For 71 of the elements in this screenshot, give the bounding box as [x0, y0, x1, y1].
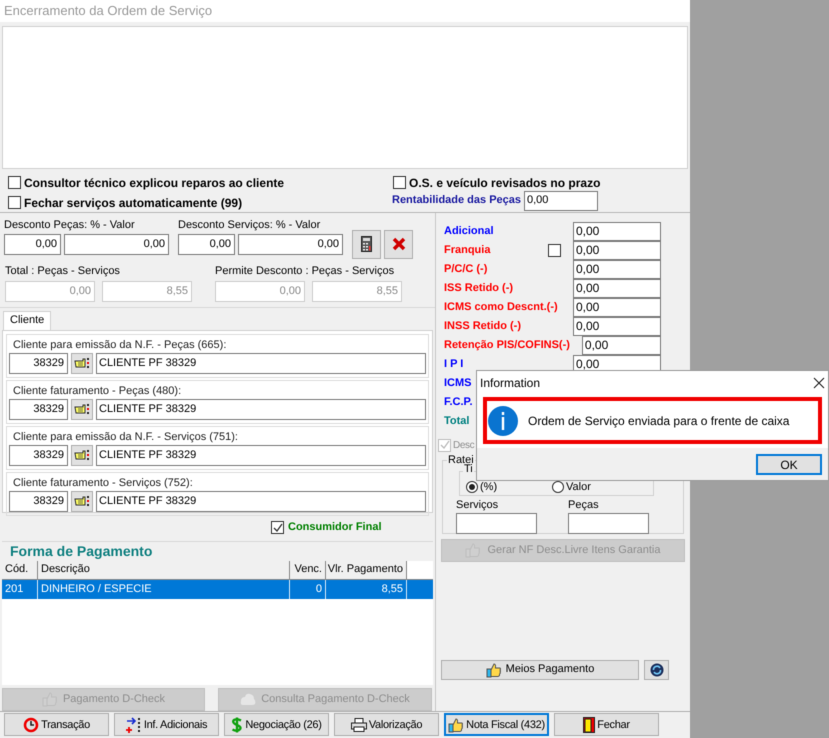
table-row[interactable]: 201 DINHEIRO / ESPECIE 0 8,55 — [2, 580, 433, 599]
field-label: Cliente faturamento - Peças (480): — [12, 384, 182, 398]
toolbar-button[interactable]: Transação — [4, 713, 109, 736]
ok-button[interactable]: OK — [756, 454, 822, 474]
field-label: Desconto Serviços: % - Valor — [178, 218, 322, 232]
name-field[interactable]: CLIENTE PF 38329 — [96, 352, 426, 374]
number-field[interactable]: 0,00 — [573, 260, 661, 279]
table-cell: 0 — [290, 580, 326, 599]
code-field[interactable]: 38329 — [9, 444, 68, 466]
column-header[interactable]: Vlr. Pagamento — [326, 560, 407, 579]
window-title: Encerramento da Ordem de Serviço — [4, 2, 212, 20]
field-label: Rentabilidade das Peças — [392, 193, 521, 208]
field-label: ICMS como Descnt.(-) — [444, 300, 558, 315]
dialog-message: Ordem de Serviço enviada para o frente de caixa — [528, 412, 790, 430]
tab[interactable]: Cliente — [3, 310, 52, 330]
column-header[interactable]: Descrição — [38, 560, 290, 579]
field-label: Total — [444, 414, 470, 429]
field-label: P/C/C (-) — [444, 262, 488, 277]
radio-label: (%) — [480, 480, 498, 494]
name-field[interactable]: CLIENTE PF 38329 — [96, 398, 426, 420]
number-field[interactable]: 0,00 — [524, 190, 598, 210]
toolbar-button[interactable]: Fechar — [554, 713, 659, 736]
field-label: Adicional — [444, 224, 494, 239]
number-field[interactable]: 0,00 — [64, 234, 169, 255]
field-label: ISS Retido (-) — [444, 280, 514, 296]
field-label: F.C.P. — [444, 394, 473, 410]
toolbar-button[interactable]: Negociação (26) — [224, 713, 329, 736]
number-field[interactable]: 0,00 — [178, 234, 235, 255]
name-field[interactable]: CLIENTE PF 38329 — [96, 490, 426, 512]
number-field[interactable]: 0,00 — [573, 316, 661, 336]
checkbox-label: Consumidor Final — [288, 520, 382, 536]
table-cell: 201 — [2, 580, 38, 599]
dialog-title: Information — [480, 375, 540, 392]
field-label: Retenção PIS/COFINS(-) — [444, 338, 570, 353]
toolbar-button[interactable]: Valorização — [334, 713, 439, 736]
toolbar-button[interactable]: Inf. Adicionais — [114, 713, 219, 736]
column-header[interactable]: Venc. — [290, 560, 326, 579]
checkbox-label: Consultor técnico explicou reparos ao cliente — [24, 174, 284, 192]
field-label: Desconto Peças: % - Valor — [4, 218, 136, 232]
field-label: ICMS — [444, 376, 472, 391]
table-cell: 8,55 — [326, 580, 407, 599]
field-label: INSS Retido (-) — [444, 318, 521, 334]
checkbox-label: Fechar serviços automaticamente (99) — [24, 194, 242, 212]
field-label: Cliente para emissão da N.F. - Peças (665): — [12, 338, 226, 352]
code-field[interactable]: 38329 — [9, 352, 68, 374]
checkbox-label: Desc — [453, 438, 474, 453]
number-field[interactable]: 0,00 — [573, 240, 661, 260]
number-field[interactable]: 0,00 — [573, 278, 661, 298]
number-field[interactable]: 0,00 — [573, 298, 661, 317]
column-header[interactable]: Cód. — [2, 560, 38, 579]
section-title: Forma de Pagamento — [10, 542, 152, 561]
field-label: Serviços — [456, 498, 500, 512]
field-label: Permite Desconto : Peças - Serviços — [215, 264, 396, 278]
number-field[interactable]: 0,00 — [4, 234, 61, 255]
number-field[interactable]: 0,00 — [573, 222, 661, 241]
number-field[interactable]: 0,00 — [582, 336, 661, 355]
radio-label: Valor — [566, 480, 591, 494]
field-label: Peças — [568, 498, 600, 512]
action-button[interactable]: Meios Pagamento — [441, 660, 639, 680]
field-label: I P I — [444, 356, 464, 372]
table-cell: DINHEIRO / ESPECIE — [38, 580, 290, 599]
field-label: Cliente para emissão da N.F. - Serviços (751): — [12, 430, 238, 444]
field-label: Franquia — [444, 242, 490, 258]
field-label: Total : Peças - Serviços — [5, 264, 121, 278]
field-label: Cliente faturamento - Serviços (752): — [12, 476, 193, 490]
number-field[interactable]: 0,00 — [238, 234, 343, 255]
code-field[interactable]: 38329 — [9, 490, 68, 512]
code-field[interactable]: 38329 — [9, 398, 68, 420]
checkbox-label: O.S. e veículo revisados no prazo — [409, 174, 600, 192]
name-field[interactable]: CLIENTE PF 38329 — [96, 444, 426, 466]
toolbar-button[interactable]: Nota Fiscal (432) — [444, 713, 549, 736]
